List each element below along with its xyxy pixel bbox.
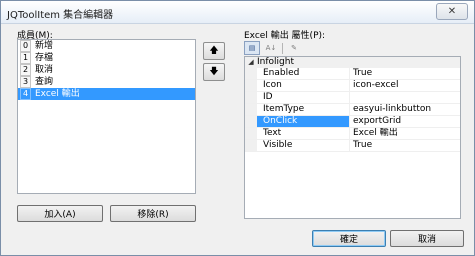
add-button[interactable]: 加入(A)	[17, 205, 103, 222]
list-item[interactable]: 3 查詢	[18, 76, 195, 88]
property-row[interactable]: ItemType easyui-linkbutton	[245, 104, 460, 116]
remove-button-label: 移除(R)	[137, 210, 169, 220]
list-item[interactable]: 2 取消	[18, 64, 195, 76]
list-item-index: 3	[20, 76, 31, 88]
property-row-selected[interactable]: OnClick exportGrid	[245, 116, 460, 128]
list-item-label: Excel 輸出	[35, 89, 80, 99]
property-name: Icon	[257, 80, 350, 91]
property-value[interactable]	[350, 92, 353, 103]
list-item-label: 查詢	[35, 77, 54, 87]
list-item-label: 存檔	[35, 53, 54, 63]
property-name: OnClick	[257, 116, 350, 127]
list-item[interactable]: 1 存檔	[18, 52, 195, 64]
properties-label: Excel 輸出 屬性(P):	[244, 31, 326, 41]
list-item[interactable]: 0 新增	[18, 40, 195, 52]
property-name: Visible	[257, 140, 350, 151]
property-name: ItemType	[257, 104, 350, 115]
property-grid[interactable]: ◢ Infolight Enabled True Icon icon-excel…	[244, 56, 461, 219]
collection-editor-dialog: JQToolItem 集合編輯器 ✕ 成員(M): 0 新增 1 存檔 2 取消…	[0, 0, 475, 256]
cancel-button[interactable]: 取消	[390, 230, 464, 247]
cancel-button-label: 取消	[417, 235, 436, 245]
move-down-button[interactable]: 🡇	[203, 63, 225, 81]
property-value[interactable]: easyui-linkbutton	[350, 104, 431, 115]
category-row[interactable]: ◢ Infolight	[245, 57, 460, 68]
alphabetical-view-button[interactable]: A↓	[263, 41, 279, 55]
list-item-index: 0	[20, 40, 31, 52]
ok-button-label: 確定	[339, 235, 358, 245]
property-value[interactable]: Excel 輸出	[350, 128, 398, 139]
list-item-label: 取消	[35, 65, 54, 75]
property-row[interactable]: Icon icon-excel	[245, 80, 460, 92]
property-grid-toolbar: ▤ A↓ ✎	[244, 41, 459, 55]
property-value[interactable]: True	[350, 140, 372, 151]
arrow-down-icon: 🡇	[209, 67, 219, 77]
category-name: Infolight	[257, 57, 294, 67]
list-item-index: 4	[20, 88, 31, 100]
list-item-selected[interactable]: 4 Excel 輸出	[18, 88, 195, 100]
list-item-label: 新增	[35, 41, 54, 51]
close-button[interactable]: ✕	[436, 3, 468, 20]
categorized-icon: ▤	[248, 44, 256, 52]
list-item-index: 1	[20, 52, 31, 64]
property-value[interactable]: exportGrid	[350, 116, 401, 127]
ok-button[interactable]: 確定	[312, 230, 386, 247]
property-row[interactable]: ID	[245, 92, 460, 104]
property-pages-button[interactable]: ✎	[286, 41, 302, 55]
toolbar-separator	[282, 42, 283, 54]
title-bar: JQToolItem 集合編輯器 ✕	[1, 1, 474, 24]
list-item-index: 2	[20, 64, 31, 76]
categorized-view-button[interactable]: ▤	[244, 41, 260, 55]
property-name: Text	[257, 128, 350, 139]
wrench-icon: ✎	[291, 44, 297, 52]
property-name: Enabled	[257, 68, 350, 79]
close-icon: ✕	[447, 6, 457, 17]
property-row[interactable]: Enabled True	[245, 68, 460, 80]
members-list[interactable]: 0 新增 1 存檔 2 取消 3 查詢 4 Excel 輸出	[17, 39, 196, 194]
collapse-icon[interactable]: ◢	[245, 57, 257, 68]
add-button-label: 加入(A)	[44, 210, 76, 220]
arrow-up-icon: 🡅	[209, 46, 219, 56]
property-row[interactable]: Text Excel 輸出	[245, 128, 460, 140]
property-value[interactable]: icon-excel	[350, 80, 398, 91]
window-title: JQToolItem 集合編輯器	[7, 10, 114, 21]
remove-button[interactable]: 移除(R)	[110, 205, 196, 222]
property-row[interactable]: Visible True	[245, 140, 460, 152]
move-up-button[interactable]: 🡅	[203, 42, 225, 60]
property-value[interactable]: True	[350, 68, 372, 79]
property-name: ID	[257, 92, 350, 103]
alphabetical-icon: A↓	[265, 44, 277, 52]
